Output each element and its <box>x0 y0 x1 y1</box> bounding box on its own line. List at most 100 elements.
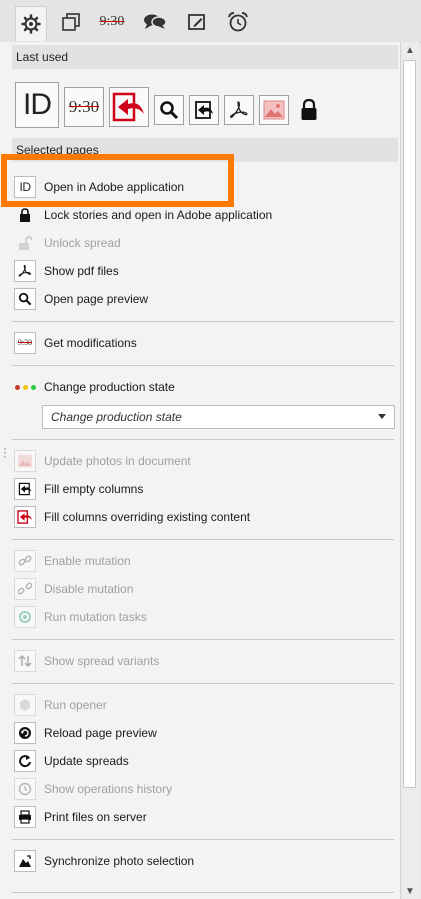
enable-mutation-label: Enable mutation <box>44 554 131 568</box>
swap-arrows-icon <box>14 650 36 672</box>
sync-photo-item[interactable]: Synchronize photo selection <box>14 849 384 873</box>
fill-columns-override-icon <box>112 92 144 122</box>
pdf-icon <box>230 101 248 118</box>
toolbar: 9:30 <box>0 0 421 43</box>
fill-empty-item[interactable]: Fill empty columns <box>14 477 384 501</box>
sync-photo-icon <box>14 850 36 872</box>
search-icon <box>14 288 36 310</box>
scroll-up-icon[interactable]: ▲ <box>401 42 419 58</box>
refresh-icon <box>14 750 36 772</box>
modifications-icon: 9:30 <box>68 97 100 116</box>
last-used-header: Last used <box>12 45 398 69</box>
separator <box>12 439 394 440</box>
reload-preview-item[interactable]: Reload page preview <box>14 721 384 745</box>
update-spreads-label: Update spreads <box>44 754 129 768</box>
run-opener-item[interactable]: Run opener <box>14 693 384 717</box>
sync-photo-label: Synchronize photo selection <box>44 854 195 868</box>
unlock-icon <box>14 232 36 254</box>
state-dots-icon <box>14 376 36 398</box>
lock-stories-item[interactable]: Lock stories and open in Adobe applicati… <box>14 203 384 227</box>
separator <box>12 683 394 684</box>
last-used-photo[interactable] <box>259 95 289 125</box>
unlock-spread-item[interactable]: Unlock spread <box>14 231 384 255</box>
print-files-item[interactable]: Print files on server <box>14 805 384 829</box>
last-used-search[interactable] <box>154 95 184 125</box>
last-used-fill-empty[interactable] <box>189 95 219 125</box>
fill-override-item[interactable]: Fill columns overriding existing content <box>14 505 384 529</box>
fill-empty-label: Fill empty columns <box>44 482 144 496</box>
open-preview-item[interactable]: Open page preview <box>14 287 384 311</box>
unlock-spread-label: Unlock spread <box>44 236 121 250</box>
opener-icon <box>14 694 36 716</box>
scroll-down-icon[interactable]: ▼ <box>401 883 419 899</box>
scrollbar[interactable]: ▲ ▼ <box>400 42 419 899</box>
tab-settings[interactable] <box>15 6 47 41</box>
resize-grip-icon[interactable]: · · · <box>3 442 7 462</box>
enable-mutation-item[interactable]: Enable mutation <box>14 549 384 573</box>
production-state-value: Change production state <box>51 410 182 424</box>
open-in-adobe-item[interactable]: ID Open in Adobe application <box>14 175 384 199</box>
link-icon <box>14 550 36 572</box>
show-history-item[interactable]: Show operations history <box>14 777 384 801</box>
alarm-clock-icon <box>228 12 248 32</box>
update-photos-item[interactable]: Update photos in document <box>14 449 384 473</box>
fill-override-label: Fill columns overriding existing content <box>44 510 251 524</box>
chat-icon <box>144 14 167 29</box>
tab-layers[interactable] <box>56 7 86 37</box>
history-icon <box>14 778 36 800</box>
time-icon: 9:30 <box>99 14 125 29</box>
update-spreads-item[interactable]: Update spreads <box>14 749 384 773</box>
disable-mutation-label: Disable mutation <box>44 582 134 596</box>
chevron-down-icon <box>378 414 386 419</box>
print-files-label: Print files on server <box>44 810 147 824</box>
last-used-indesign[interactable]: ID <box>15 82 59 128</box>
lock-icon <box>301 99 317 120</box>
lock-stories-label: Lock stories and open in Adobe applicati… <box>44 208 273 222</box>
get-modifications-label: Get modifications <box>44 336 137 350</box>
fill-empty-icon <box>195 101 213 119</box>
open-preview-label: Open page preview <box>44 292 149 306</box>
tab-edit[interactable] <box>182 7 212 37</box>
indesign-icon: ID <box>14 176 36 198</box>
separator <box>12 539 394 540</box>
production-state-select[interactable]: Change production state <box>42 405 395 429</box>
change-state-label: Change production state <box>44 380 175 394</box>
printer-icon <box>14 806 36 828</box>
photo-icon <box>14 450 36 472</box>
pdf-icon <box>14 260 36 282</box>
run-mutation-label: Run mutation tasks <box>44 610 147 624</box>
show-pdf-label: Show pdf files <box>44 264 119 278</box>
run-mutation-item[interactable]: Run mutation tasks <box>14 605 384 629</box>
tab-time[interactable]: 9:30 <box>97 7 127 37</box>
get-modifications-item[interactable]: 9:30 Get modifications <box>14 331 384 355</box>
separator <box>12 321 394 322</box>
show-variants-label: Show spread variants <box>44 654 160 668</box>
edit-icon <box>188 14 205 30</box>
modifications-icon: 9:30 <box>14 332 36 354</box>
show-variants-item[interactable]: Show spread variants <box>14 649 384 673</box>
photo-icon <box>263 100 285 120</box>
last-used-pdf[interactable] <box>224 95 254 125</box>
gear-icon <box>21 14 41 34</box>
update-photos-label: Update photos in document <box>44 454 191 468</box>
search-icon <box>160 101 179 120</box>
show-history-label: Show operations history <box>44 782 173 796</box>
last-used-lock[interactable] <box>294 95 324 125</box>
lock-icon <box>14 204 36 226</box>
last-used-modifications[interactable]: 9:30 <box>64 87 104 127</box>
fill-columns-override-icon <box>14 506 36 528</box>
selected-pages-header: Selected pages <box>12 138 398 162</box>
open-in-adobe-label: Open in Adobe application <box>44 180 185 194</box>
separator <box>12 839 394 840</box>
show-pdf-item[interactable]: Show pdf files <box>14 259 384 283</box>
tab-alarm[interactable] <box>223 7 253 37</box>
separator <box>12 892 394 893</box>
unlink-icon <box>14 578 36 600</box>
indesign-icon: ID <box>23 88 52 121</box>
fill-empty-icon <box>14 478 36 500</box>
disable-mutation-item[interactable]: Disable mutation <box>14 577 384 601</box>
change-state-item[interactable]: Change production state <box>14 375 384 399</box>
scrollbar-thumb[interactable] <box>403 60 416 788</box>
last-used-fill-override[interactable] <box>109 87 149 127</box>
tab-chat[interactable] <box>140 7 170 37</box>
